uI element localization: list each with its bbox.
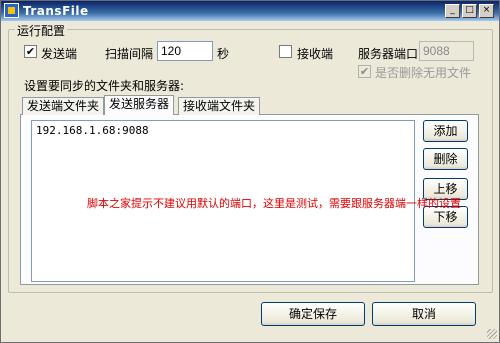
minimize-button[interactable]: _ (445, 4, 460, 18)
sync-settings-label: 设置要同步的文件夹和服务器: (24, 79, 185, 93)
server-port-input[interactable] (419, 41, 474, 61)
add-button[interactable]: 添加 (423, 120, 468, 142)
list-item[interactable]: 192.168.1.68:9088 (36, 124, 149, 137)
cancel-button[interactable]: 取消 (372, 302, 476, 326)
receive-checkbox[interactable] (279, 45, 292, 58)
server-port-label: 服务器端口 (358, 47, 419, 61)
transfile-window: TransFile _ □ × 运行配置 ✔ 发送端 扫描间隔 秒 接收端 服务… (0, 0, 500, 343)
delete-button[interactable]: 删除 (423, 148, 468, 170)
close-button[interactable]: × (479, 4, 494, 18)
scan-interval-label: 扫描间隔 (105, 47, 154, 61)
scan-interval-input[interactable] (157, 41, 213, 61)
app-icon (4, 3, 19, 18)
resize-grip[interactable] (487, 329, 497, 339)
tab-receive-folder[interactable]: 接收端文件夹 (178, 97, 261, 115)
seconds-label: 秒 (217, 47, 230, 61)
send-checkbox-label: 发送端 (41, 47, 78, 61)
window-title: TransFile (23, 4, 89, 18)
tab-send-folder[interactable]: 发送端文件夹 (22, 97, 105, 115)
maximize-button[interactable]: □ (462, 4, 477, 18)
delete-unused-checkbox[interactable]: ✔ (358, 65, 371, 78)
title-bar[interactable]: TransFile _ □ × (1, 1, 499, 21)
tab-send-server[interactable]: 发送服务器 (104, 95, 175, 115)
send-checkbox[interactable]: ✔ (24, 45, 37, 58)
save-button[interactable]: 确定保存 (261, 302, 365, 326)
delete-unused-label: 是否删除无用文件 (375, 66, 472, 80)
overlay-note: 脚本之家提示不建议用默认的端口，这里是测试，需要跟服务器端一样的设置 (87, 197, 461, 210)
receive-checkbox-label: 接收端 (297, 47, 334, 61)
run-config-label: 运行配置 (15, 22, 68, 39)
